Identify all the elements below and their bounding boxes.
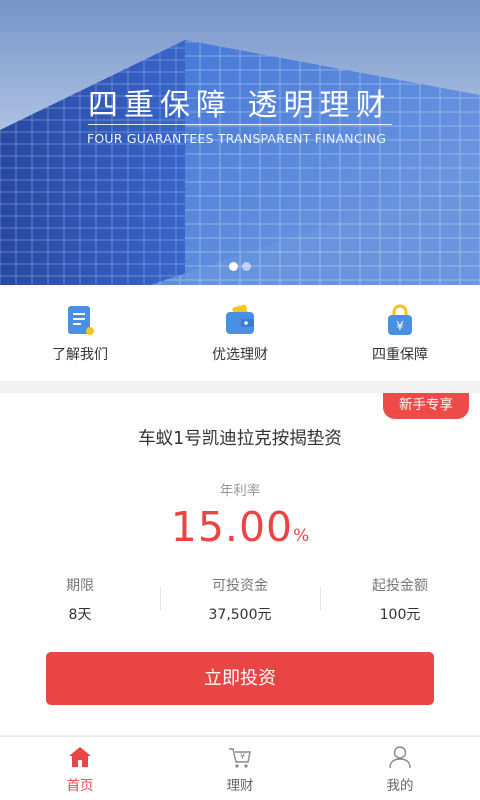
stat-value: 100元 [379,607,421,623]
stat-term: 期限 8天 [0,575,160,625]
quicknav-preferred-finance[interactable]: 优选理财 [160,285,320,381]
stat-available: 可投资金 37,500元 [160,575,320,625]
wallet-icon [226,304,254,334]
stat-label: 起投金额 [372,578,428,594]
user-icon [389,746,411,769]
stat-value: 8天 [68,607,92,623]
banner-title: 四重保障 透明理财 [88,88,392,123]
tab-label: 首页 [66,778,94,794]
document-icon [68,306,94,335]
yuan-lock-icon: ¥ [388,304,412,335]
tab-finance[interactable]: ¥ 理财 [160,737,320,800]
quicknav-label: 四重保障 [372,347,428,363]
annual-rate: 15.00% [0,503,480,551]
bottom-tab-bar: 首页 ¥ 理财 我的 [0,736,480,800]
banner-divider [88,124,392,125]
invest-now-button[interactable]: 立即投资 [46,652,434,705]
svg-text:¥: ¥ [240,752,245,761]
stat-value: 37,500元 [208,607,272,623]
svg-text:¥: ¥ [396,319,404,333]
quicknav-label: 了解我们 [52,347,108,363]
rate-unit: % [293,526,310,546]
stat-label: 可投资金 [212,578,268,594]
tab-mine[interactable]: 我的 [320,737,480,800]
newbie-badge: 新手专享 [383,393,469,419]
rate-label: 年利率 [219,483,261,499]
banner-subtitle: FOUR GUARANTEES TRANSPARENT FINANCING [87,131,387,146]
quicknav-four-guarantees[interactable]: ¥ 四重保障 [320,285,480,381]
banner-carousel[interactable]: 四重保障 透明理财 FOUR GUARANTEES TRANSPARENT FI… [0,0,480,285]
quicknav-about-us[interactable]: 了解我们 [0,285,160,381]
cart-yuan-icon: ¥ [229,748,251,768]
home-icon [69,747,91,767]
tab-home[interactable]: 首页 [0,737,160,800]
carousel-indicator [229,262,251,271]
tab-label: 我的 [386,778,414,794]
product-name: 车蚁1号凯迪拉克按揭垫资 [138,429,342,449]
carousel-dot-active[interactable] [229,262,238,271]
stat-min-invest: 起投金额 100元 [320,575,480,625]
rate-value: 15.00 [170,503,294,551]
product-card[interactable]: 新手专享 车蚁1号凯迪拉克按揭垫资 年利率 15.00% 期限 8天 可投资金 … [0,393,480,735]
quick-nav: 了解我们 优选理财 ¥ 四重保障 [0,285,480,381]
quicknav-label: 优选理财 [212,347,268,363]
stat-label: 期限 [66,578,94,594]
carousel-dot[interactable] [242,262,251,271]
tab-label: 理财 [226,778,254,794]
product-stats: 期限 8天 可投资金 37,500元 起投金额 100元 [0,575,480,625]
